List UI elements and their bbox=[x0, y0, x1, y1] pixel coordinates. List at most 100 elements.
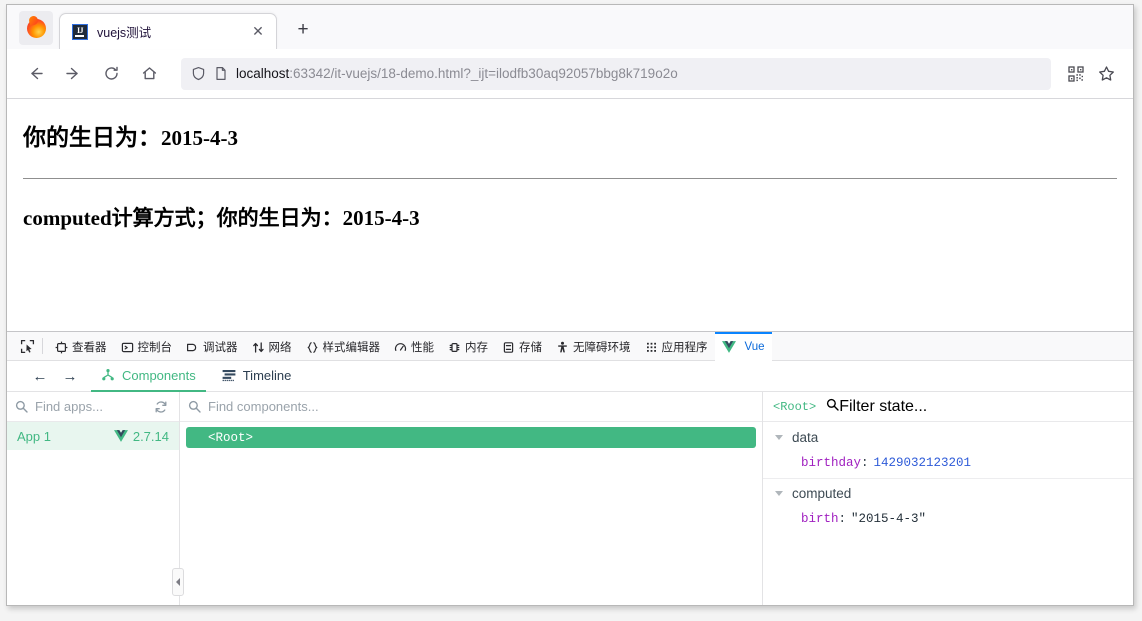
devtools-tab-memory[interactable]: 内存 bbox=[441, 332, 495, 361]
back-button[interactable] bbox=[19, 58, 51, 90]
devtools-tab-console[interactable]: 控制台 bbox=[114, 332, 180, 361]
devtools-tab-vue[interactable]: Vue bbox=[714, 331, 772, 361]
style-editor-icon bbox=[306, 341, 319, 354]
components-tree-icon bbox=[101, 368, 115, 382]
state-key: birth bbox=[801, 512, 839, 526]
state-section-computed[interactable]: computed bbox=[763, 481, 1133, 506]
state-pane-header: <Root> Filter state... bbox=[763, 392, 1133, 422]
forward-button[interactable] bbox=[57, 58, 89, 90]
state-section-label: data bbox=[792, 430, 819, 445]
browser-window: IJ vuejs测试 ✕ + localhost:63342/it-vuejs/… bbox=[6, 4, 1134, 606]
state-colon: : bbox=[838, 512, 847, 526]
devtools-tab-network[interactable]: 网络 bbox=[245, 332, 299, 361]
state-divider bbox=[763, 478, 1133, 479]
url-bar[interactable]: localhost:63342/it-vuejs/18-demo.html?_i… bbox=[181, 57, 1051, 90]
timeline-icon bbox=[222, 369, 236, 382]
devtools-tab-label: 应用程序 bbox=[661, 342, 708, 354]
close-icon[interactable]: ✕ bbox=[248, 22, 268, 42]
find-apps-input[interactable]: Find apps... bbox=[35, 399, 151, 414]
home-button[interactable] bbox=[133, 58, 165, 90]
birthday-label: 你的生日为： bbox=[23, 125, 161, 150]
state-list: data birthday:1429032123201 computed bir… bbox=[763, 422, 1133, 605]
shield-icon bbox=[191, 66, 206, 81]
devtools-tab-application[interactable]: 应用程序 bbox=[638, 332, 715, 361]
state-key: birthday bbox=[801, 456, 862, 470]
firefox-app-button[interactable] bbox=[19, 11, 53, 45]
devtools-tab-storage[interactable]: 存储 bbox=[495, 332, 549, 361]
refresh-icon[interactable] bbox=[151, 397, 171, 417]
devtools-tab-label: 调试器 bbox=[203, 342, 238, 354]
state-pane: <Root> Filter state... data birthday: 14… bbox=[763, 392, 1133, 605]
new-tab-button[interactable]: + bbox=[289, 16, 317, 44]
computed-heading: computed计算方式；你的生日为：2015-4-3 bbox=[23, 179, 1117, 232]
state-entry[interactable]: birth: "2015-4-3" bbox=[763, 506, 1133, 532]
computed-value: 2015-4-3 bbox=[342, 206, 420, 230]
collapse-sidebar-handle[interactable] bbox=[172, 568, 184, 596]
filter-state-input[interactable]: Filter state... bbox=[839, 398, 927, 416]
qr-code-icon[interactable] bbox=[1061, 59, 1091, 89]
devtools-tab-style-editor[interactable]: 样式编辑器 bbox=[299, 332, 388, 361]
tab-components[interactable]: Components bbox=[91, 361, 206, 392]
devtools-tab-accessibility[interactable]: 无障碍环境 bbox=[549, 332, 638, 361]
element-picker-icon[interactable] bbox=[15, 335, 39, 357]
devtools-tab-label: 无障碍环境 bbox=[573, 342, 631, 354]
vue-devtools-subbar: ← → Components Timeline bbox=[7, 361, 1133, 392]
tab-timeline[interactable]: Timeline bbox=[212, 361, 302, 392]
app-version-label: 2.7.14 bbox=[132, 428, 169, 444]
devtools-tab-debugger[interactable]: 调试器 bbox=[179, 332, 245, 361]
vue-forward-button[interactable]: → bbox=[55, 361, 85, 391]
app-version: 2.7.14 bbox=[113, 428, 169, 444]
devtools-tab-label: 性能 bbox=[411, 342, 434, 354]
firefox-logo-icon bbox=[26, 18, 46, 38]
toolbar-divider bbox=[42, 338, 43, 354]
app-list-item[interactable]: App 1 2.7.14 bbox=[7, 422, 179, 450]
memory-icon bbox=[448, 341, 461, 354]
devtools-tab-performance[interactable]: 性能 bbox=[387, 332, 441, 361]
chevron-down-icon[interactable] bbox=[775, 435, 783, 440]
tree-node-root[interactable]: <Root> bbox=[186, 427, 756, 448]
component-tree-pane: Find components... <Root> bbox=[180, 392, 763, 605]
computed-label: computed计算方式；你的生日为： bbox=[23, 206, 343, 230]
url-text: localhost:63342/it-vuejs/18-demo.html?_i… bbox=[236, 66, 678, 81]
tab-components-label: Components bbox=[122, 367, 196, 383]
reload-button[interactable] bbox=[95, 58, 127, 90]
state-section-label: computed bbox=[792, 486, 852, 501]
state-section-data[interactable]: data bbox=[763, 425, 1133, 450]
selected-component-label: <Root> bbox=[773, 399, 817, 414]
navigation-bar: localhost:63342/it-vuejs/18-demo.html?_i… bbox=[7, 49, 1133, 99]
devtools-tab-label: Vue bbox=[744, 341, 765, 353]
devtools-tab-label: 控制台 bbox=[137, 342, 173, 354]
birthday-heading: 你的生日为：2015-4-3 bbox=[23, 99, 1117, 152]
chevron-left-icon bbox=[176, 578, 180, 586]
devtools-tab-label: 存储 bbox=[519, 342, 542, 354]
devtools-tab-label: 网络 bbox=[268, 342, 292, 354]
devtools-toolbar: 查看器 控制台 调试器 网络 样式编辑器 性能 内存 存储 无障碍环境 应用程序… bbox=[7, 331, 1133, 361]
tab-strip: IJ vuejs测试 ✕ + bbox=[7, 5, 1133, 49]
find-components-row[interactable]: Find components... bbox=[180, 392, 762, 422]
accessibility-icon bbox=[556, 341, 569, 354]
devtools-panel: 查看器 控制台 调试器 网络 样式编辑器 性能 内存 存储 无障碍环境 应用程序… bbox=[7, 331, 1133, 605]
component-tree: <Root> bbox=[180, 422, 762, 605]
debugger-icon bbox=[186, 341, 199, 354]
state-value: 1429032123201 bbox=[873, 456, 972, 470]
chevron-down-icon[interactable] bbox=[775, 491, 783, 496]
browser-tab[interactable]: IJ vuejs测试 ✕ bbox=[59, 13, 277, 49]
devtools-tab-inspector[interactable]: 查看器 bbox=[48, 332, 114, 361]
search-icon bbox=[826, 398, 839, 416]
search-icon bbox=[15, 400, 28, 413]
vue-logo-icon bbox=[113, 430, 128, 442]
url-bar-actions bbox=[1061, 59, 1121, 89]
vue-back-button[interactable]: ← bbox=[25, 361, 55, 391]
console-icon bbox=[121, 341, 134, 354]
state-colon: : bbox=[861, 456, 869, 470]
star-icon[interactable] bbox=[1091, 59, 1121, 89]
app-name: App 1 bbox=[17, 428, 51, 444]
network-icon bbox=[252, 341, 265, 354]
tab-timeline-label: Timeline bbox=[242, 367, 292, 383]
find-components-input[interactable]: Find components... bbox=[208, 399, 754, 414]
state-value: "2015-4-3" bbox=[851, 512, 927, 526]
find-apps-row[interactable]: Find apps... bbox=[7, 392, 179, 422]
state-entry[interactable]: birthday:1429032123201 bbox=[763, 450, 1133, 476]
devtools-tab-label: 查看器 bbox=[72, 342, 107, 354]
apps-pane: Find apps... App 1 2.7.14 bbox=[7, 392, 184, 605]
